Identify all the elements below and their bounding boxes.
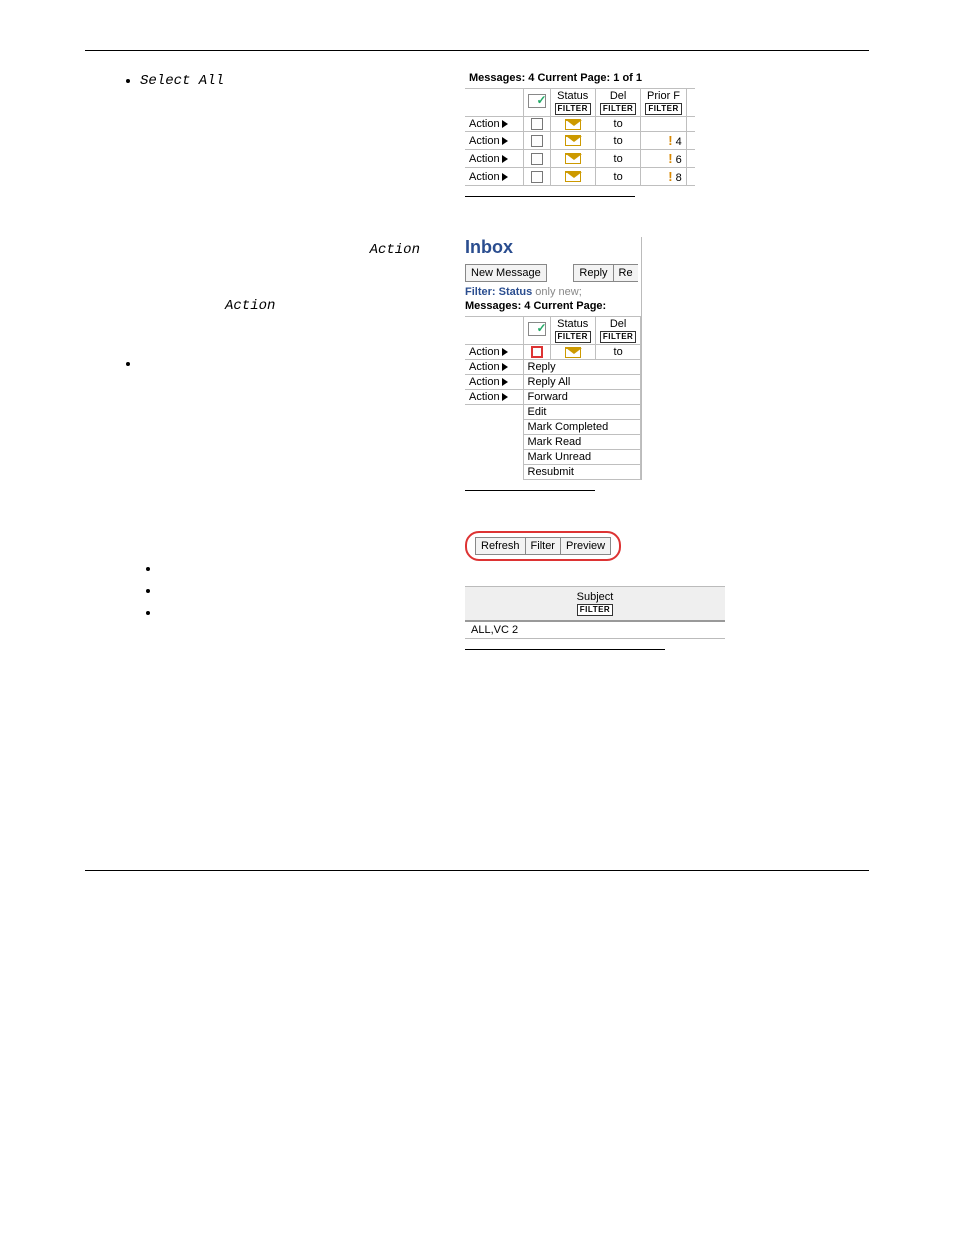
filter-badge[interactable]: FILTER bbox=[600, 103, 636, 115]
action-button[interactable]: Action bbox=[469, 376, 500, 388]
filter-line: Filter: Status only new; bbox=[465, 286, 641, 298]
inbox-title: Inbox bbox=[465, 237, 641, 258]
envelope-icon bbox=[565, 153, 581, 164]
bottom-rule bbox=[85, 870, 869, 871]
screenshot-subject-column: Subject FILTER ALL,VC 2 bbox=[465, 586, 725, 639]
envelope-icon bbox=[565, 347, 581, 358]
filter-button[interactable]: Filter bbox=[525, 537, 560, 555]
bullet-item bbox=[160, 561, 450, 575]
action-button[interactable]: Action bbox=[469, 135, 500, 147]
filter-badge[interactable]: FILTER bbox=[645, 103, 681, 115]
chevron-right-icon bbox=[502, 378, 508, 386]
filter-badge[interactable]: FILTER bbox=[577, 604, 613, 616]
action-label-2: Action bbox=[225, 298, 275, 314]
menu-item[interactable]: Mark Unread bbox=[523, 450, 641, 465]
priority: 6 bbox=[676, 154, 682, 166]
action-button[interactable]: Action bbox=[469, 171, 500, 183]
action-label: Action bbox=[370, 242, 420, 258]
checkbox-selected[interactable] bbox=[531, 346, 543, 358]
top-rule bbox=[85, 50, 869, 51]
to-cell: to bbox=[595, 345, 640, 360]
bullet-item bbox=[160, 605, 450, 619]
action-button[interactable]: Action bbox=[469, 361, 500, 373]
priority-icon: ! bbox=[668, 133, 672, 148]
to-cell: to bbox=[595, 117, 640, 132]
priority-icon: ! bbox=[668, 151, 672, 166]
col-subject: Subject bbox=[465, 591, 725, 603]
col-status: Status bbox=[555, 318, 591, 330]
select-all-icon[interactable] bbox=[528, 94, 546, 108]
filter-value: only new; bbox=[535, 286, 581, 298]
caption-rule bbox=[465, 196, 635, 197]
bullet-item bbox=[160, 583, 450, 597]
chevron-right-icon bbox=[502, 120, 508, 128]
menu-item[interactable]: Reply bbox=[523, 360, 641, 375]
envelope-icon bbox=[565, 171, 581, 182]
menu-item[interactable]: Mark Completed bbox=[523, 420, 641, 435]
col-del: Del bbox=[600, 90, 636, 102]
chevron-right-icon bbox=[502, 348, 508, 356]
chevron-right-icon bbox=[502, 137, 508, 145]
messages-line: Messages: 4 Current Page: bbox=[465, 300, 641, 312]
caption-rule bbox=[465, 490, 595, 491]
col-status: Status bbox=[555, 90, 591, 102]
menu-item[interactable]: Mark Read bbox=[523, 435, 641, 450]
refresh-button[interactable]: Refresh bbox=[475, 537, 525, 555]
menu-item[interactable]: Reply All bbox=[523, 375, 641, 390]
menu-item[interactable]: Forward bbox=[523, 390, 641, 405]
select-all-label: Select All bbox=[140, 73, 224, 89]
chevron-right-icon bbox=[502, 173, 508, 181]
col-del: Del bbox=[600, 318, 636, 330]
chevron-right-icon bbox=[502, 393, 508, 401]
menu-item[interactable]: Resubmit bbox=[523, 465, 641, 480]
caption-rule bbox=[465, 649, 665, 650]
filter-badge[interactable]: FILTER bbox=[555, 331, 591, 343]
action-button[interactable]: Action bbox=[469, 391, 500, 403]
filter-label: Filter: Status bbox=[465, 286, 532, 298]
envelope-icon bbox=[565, 119, 581, 130]
priority-icon: ! bbox=[668, 169, 672, 184]
menu-item[interactable]: Edit bbox=[523, 405, 641, 420]
preview-button[interactable]: Preview bbox=[560, 537, 611, 555]
subject-row: ALL,VC 2 bbox=[465, 621, 725, 638]
checkbox[interactable] bbox=[531, 153, 543, 165]
action-button[interactable]: Action bbox=[469, 118, 500, 130]
re-button[interactable]: Re bbox=[613, 264, 638, 282]
screenshot-inbox: Status FILTER Del FILTER Action to Actio… bbox=[465, 316, 641, 480]
screenshot-message-list: Messages: 4 Current Page: 1 of 1 Status … bbox=[465, 71, 695, 186]
filter-badge[interactable]: FILTER bbox=[555, 103, 591, 115]
bullet-item: Select All bbox=[140, 71, 450, 89]
highlight-circle: RefreshFilterPreview bbox=[465, 531, 621, 561]
chevron-right-icon bbox=[502, 363, 508, 371]
bullet-item bbox=[140, 354, 450, 372]
priority: 8 bbox=[676, 172, 682, 184]
messages-header: Messages: 4 Current Page: 1 of 1 bbox=[465, 71, 695, 89]
checkbox[interactable] bbox=[531, 118, 543, 130]
chevron-right-icon bbox=[502, 155, 508, 163]
checkbox[interactable] bbox=[531, 135, 543, 147]
select-all-icon[interactable] bbox=[528, 322, 546, 336]
to-cell: to bbox=[595, 150, 640, 168]
reply-button[interactable]: Reply bbox=[573, 264, 612, 282]
filter-badge[interactable]: FILTER bbox=[600, 331, 636, 343]
envelope-icon bbox=[565, 135, 581, 146]
action-button[interactable]: Action bbox=[469, 153, 500, 165]
priority: 4 bbox=[676, 136, 682, 148]
to-cell: to bbox=[595, 168, 640, 186]
new-message-button[interactable]: New Message bbox=[465, 264, 547, 282]
checkbox[interactable] bbox=[531, 171, 543, 183]
col-prior: Prior F bbox=[645, 90, 681, 102]
to-cell: to bbox=[595, 132, 640, 150]
action-button[interactable]: Action bbox=[469, 346, 500, 358]
